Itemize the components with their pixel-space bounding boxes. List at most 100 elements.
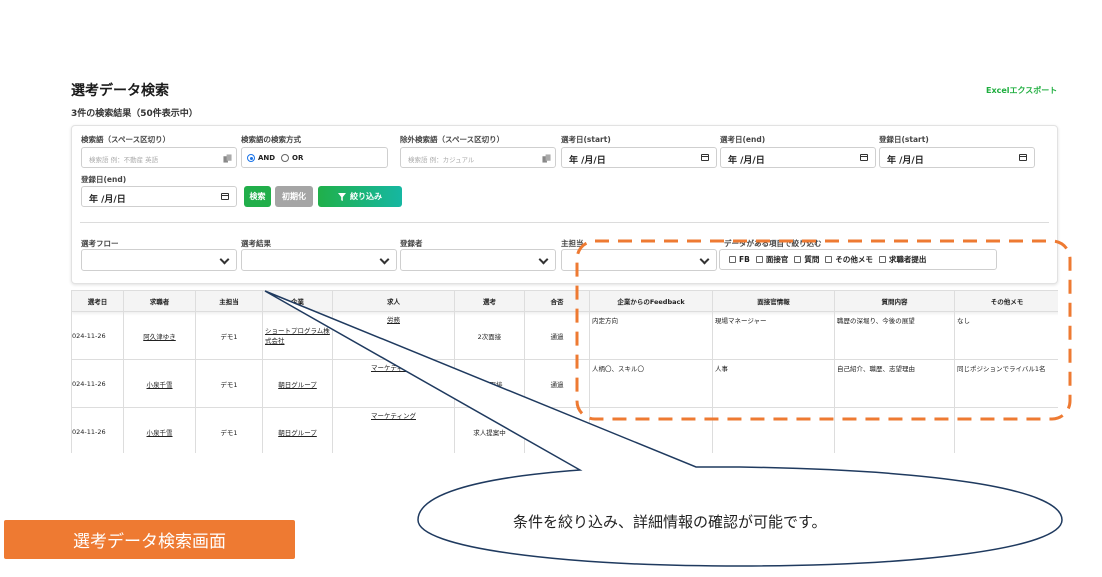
cell-questions: 職歴の深堀り、今後の展望 (834, 311, 955, 360)
filter-button-label: 絞り込み (350, 192, 382, 201)
col-owner[interactable]: 主担当 (195, 290, 263, 312)
checkbox-label: 質問 (804, 255, 820, 264)
paste-icon[interactable] (542, 154, 551, 163)
col-stage[interactable]: 選考 (454, 290, 525, 312)
checkbox-label: 面接官 (765, 255, 789, 264)
selection-end-input[interactable]: 年 /月/日 (720, 147, 876, 168)
search-button[interactable]: 検索 (244, 186, 271, 207)
cell-feedback: 人柄〇、スキル〇 (589, 359, 713, 408)
registered-start-input[interactable]: 年 /月/日 (879, 147, 1035, 168)
checkbox-candidate-submission[interactable]: 求職者提出 (878, 254, 926, 265)
col-candidate[interactable]: 求職者 (123, 290, 196, 312)
radio-and-label: AND (258, 154, 276, 162)
checkbox-interviewer[interactable]: 面接官 (755, 254, 789, 265)
registrant-label: 登録者 (400, 239, 423, 248)
cell-candidate: 小泉千雪 (123, 407, 196, 453)
table-row[interactable]: 024-11-26 小泉千雪 デモ1 朝日グループ マーケティング 一次面接 通… (71, 359, 1058, 408)
filter-icon (338, 192, 346, 201)
cell-candidate: 阿久津ゆき (123, 311, 196, 360)
page-title: 選考データ検索 (71, 83, 169, 99)
selection-start-input[interactable]: 年 /月/日 (561, 147, 717, 168)
cell-memo (954, 407, 1058, 453)
col-feedback[interactable]: 企業からのFeedback (589, 290, 713, 312)
registered-end-label: 登録日(end) (81, 175, 127, 184)
paste-icon[interactable] (223, 154, 232, 163)
radio-or[interactable]: OR (281, 154, 303, 162)
cell-date: 024-11-26 (71, 407, 124, 453)
checkbox-box[interactable] (794, 256, 802, 263)
col-questions[interactable]: 質問内容 (834, 290, 955, 312)
candidate-link[interactable]: 小泉千雪 (147, 381, 173, 389)
col-result[interactable]: 合否 (524, 290, 590, 312)
keyword-input[interactable]: 検索語 例：不動産 英語 (81, 147, 237, 168)
checkbox-fb[interactable]: FB (729, 255, 750, 264)
results-table-wrapper[interactable]: 選考日 求職者 主担当 企業 求人 選考 合否 企業からのFeedback 面接… (71, 290, 1058, 453)
table-row[interactable]: 024-11-26 阿久津ゆき デモ1 ショートプログラム株式会社 労務 2次面… (71, 311, 1058, 360)
data-filter-checkboxes: FB 面接官 質問 その他メモ 求職者提出 (719, 249, 997, 270)
cell-company: 朝日グループ (262, 407, 333, 453)
checkbox-other-memo[interactable]: その他メモ (825, 254, 873, 265)
col-company[interactable]: 企業 (262, 290, 333, 312)
checkbox-label: その他メモ (835, 255, 873, 264)
selection-end-label: 選考日(end) (720, 135, 766, 144)
cell-memo: なし (954, 311, 1058, 360)
results-table: 選考日 求職者 主担当 企業 求人 選考 合否 企業からのFeedback 面接… (71, 290, 1058, 453)
job-link[interactable]: マーケティング (334, 410, 454, 420)
col-selection-date[interactable]: 選考日 (71, 290, 124, 312)
company-link[interactable]: 朝日グループ (278, 429, 317, 437)
calendar-icon[interactable] (860, 154, 868, 161)
result-select[interactable] (241, 249, 397, 271)
result-label: 選考結果 (241, 239, 271, 248)
checkbox-question[interactable]: 質問 (794, 254, 819, 265)
registered-end-input[interactable]: 年 /月/日 (81, 186, 237, 207)
cell-memo: 同じポジションでライバル1名 (954, 359, 1058, 408)
cell-date: 024-11-26 (71, 311, 124, 360)
result-count: 3件の検索結果（50件表示中） (71, 109, 198, 119)
table-row[interactable]: 024-11-26 小泉千雪 デモ1 朝日グループ マーケティング 求人提案中 (71, 407, 1058, 453)
company-link[interactable]: ショートプログラム株式会社 (265, 327, 330, 345)
radio-or-circle[interactable] (281, 154, 289, 162)
col-interviewer[interactable]: 面接官情報 (712, 290, 835, 312)
checkbox-box[interactable] (729, 256, 736, 263)
checkbox-box[interactable] (755, 256, 763, 263)
registrant-select[interactable] (400, 249, 556, 271)
cell-questions: 自己紹介、職歴、志望理由 (834, 359, 955, 408)
selection-start-label: 選考日(start) (561, 135, 611, 144)
method-radio-group: AND OR (241, 147, 388, 168)
col-job[interactable]: 求人 (332, 290, 455, 312)
flow-select[interactable] (81, 249, 237, 271)
cell-stage: 求人提案中 (454, 407, 525, 453)
cell-result (524, 407, 590, 453)
candidate-link[interactable]: 小泉千雪 (147, 429, 173, 437)
cell-owner: デモ1 (195, 407, 263, 453)
cell-owner: デモ1 (195, 359, 263, 408)
screen-label: 選考データ検索画面 (4, 520, 295, 559)
radio-and[interactable]: AND (247, 154, 275, 162)
filter-button[interactable]: 絞り込み (318, 186, 402, 207)
excel-export-link[interactable]: Excelエクスポート (986, 85, 1057, 96)
calendar-icon[interactable] (221, 193, 229, 200)
calendar-icon[interactable] (1019, 154, 1027, 161)
data-filter-label: データがある項目で絞り込む (724, 239, 822, 248)
radio-and-circle[interactable] (247, 154, 255, 162)
cell-job: 労務 (332, 311, 455, 360)
reset-button[interactable]: 初期化 (275, 186, 313, 207)
candidate-link[interactable]: 阿久津ゆき (143, 333, 176, 341)
col-memo[interactable]: その他メモ (954, 290, 1058, 312)
job-link[interactable]: 労務 (334, 314, 454, 324)
checkbox-box[interactable] (878, 256, 886, 263)
owner-label: 主担当 (561, 239, 584, 248)
cell-date: 024-11-26 (71, 359, 124, 408)
selection-start-value: 年 /月/日 (569, 156, 606, 166)
keyword-placeholder: 検索語 例：不動産 英語 (89, 156, 159, 164)
table-header-row: 選考日 求職者 主担当 企業 求人 選考 合否 企業からのFeedback 面接… (71, 290, 1058, 312)
job-link[interactable]: マーケティング (334, 362, 454, 372)
search-panel: 検索語（スペース区切り） 検索語 例：不動産 英語 検索語の検索方式 AND O… (71, 125, 1058, 284)
owner-select[interactable] (561, 249, 717, 271)
registered-start-label: 登録日(start) (879, 135, 929, 144)
exclude-input[interactable]: 検索語 例：カジュアル (400, 147, 556, 168)
cell-stage: 一次面接 (454, 359, 525, 408)
company-link[interactable]: 朝日グループ (278, 381, 317, 389)
checkbox-box[interactable] (825, 256, 833, 263)
calendar-icon[interactable] (701, 154, 709, 161)
